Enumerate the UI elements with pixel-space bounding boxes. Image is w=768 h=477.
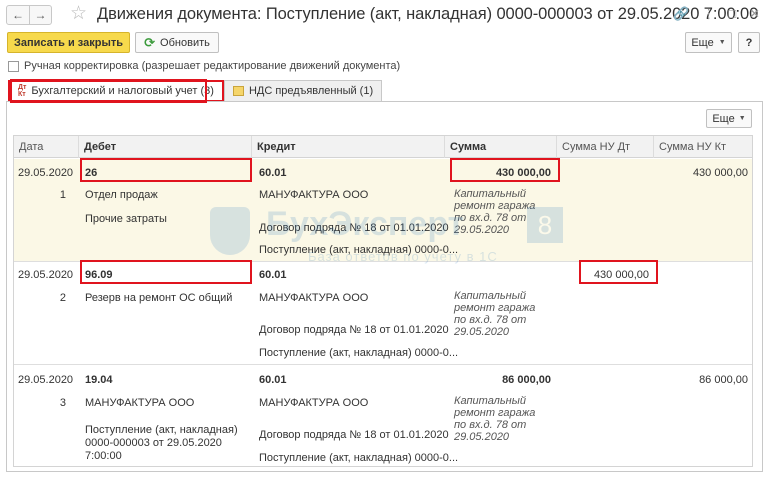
debit-subconto-2: Поступление (акт, накладная) 0000-000003… <box>85 424 238 462</box>
credit-subconto-1: МАНУФАКТУРА ООО <box>259 292 369 304</box>
credit-subconto-1: МАНУФАКТУРА ООО <box>259 189 369 201</box>
debit-subconto-1: Резерв на ремонт ОС общий <box>85 292 233 304</box>
forward-arrow-icon[interactable]: → <box>29 6 51 24</box>
back-arrow-icon[interactable]: ← <box>7 6 29 24</box>
favorite-star-icon[interactable]: ☆ <box>70 3 87 25</box>
entry-comment: Капитальный ремонт гаража по вх.д. 78 от… <box>454 395 536 443</box>
manual-adjustment-row: Ручная корректировка (разрешает редактир… <box>8 60 400 72</box>
credit-subconto-2: Договор подряда № 18 от 01.01.2020 <box>259 429 449 441</box>
chevron-down-icon: ▼ <box>738 115 746 122</box>
refresh-button[interactable]: ⟳ Обновить <box>135 32 219 53</box>
credit-subconto-3: Поступление (акт, накладная) 0000-0... <box>259 347 459 359</box>
debit-account: 26 <box>85 167 98 179</box>
debit-subconto-2: Прочие затраты <box>85 213 167 225</box>
tab-accounting-tax[interactable]: Дт Кт Бухгалтерский и налоговый учет (3) <box>8 80 224 102</box>
close-icon[interactable]: ✕ <box>749 6 760 22</box>
menu-dots-icon[interactable]: ⋮ <box>702 6 715 22</box>
credit-subconto-2: Договор подряда № 18 от 01.01.2020 <box>259 324 449 336</box>
entry-amount: 86 000,00 <box>502 374 551 386</box>
amount-nu-kt: 430 000,00 <box>692 167 748 179</box>
entry-number: 2 <box>59 292 66 304</box>
register-icon <box>232 86 244 96</box>
entry-number: 1 <box>59 189 66 201</box>
credit-subconto-2: Договор подряда № 18 от 01.01.2020 <box>259 222 449 234</box>
refresh-icon: ⟳ <box>144 34 156 50</box>
entry-comment: Капитальный ремонт гаража по вх.д. 78 от… <box>454 290 536 338</box>
refresh-label: Обновить <box>160 36 210 49</box>
window-controls: 🔗 ⋮ □ ✕ <box>673 6 760 22</box>
more-label: Еще <box>691 36 714 49</box>
window-title: Движения документа: Поступление (акт, на… <box>97 5 759 23</box>
title-bar: ← → ☆ Движения документа: Поступление (а… <box>0 0 768 30</box>
table-row[interactable]: 29.05.2020 2 96.09 Резерв на ремонт ОС о… <box>14 262 752 365</box>
tab-vat-presented[interactable]: НДС предъявленный (1) <box>223 80 383 101</box>
more-label: Еще <box>712 112 735 125</box>
save-and-close-button[interactable]: Записать и закрыть <box>7 32 130 53</box>
nav-buttons: ← → <box>6 5 52 25</box>
credit-subconto-3: Поступление (акт, накладная) 0000-0... <box>259 244 459 256</box>
tab-label: НДС предъявленный (1) <box>248 85 374 97</box>
entry-number: 3 <box>59 397 66 409</box>
column-amount-nu-dt[interactable]: Сумма НУ Дт <box>557 136 654 158</box>
link-icon[interactable]: 🔗 <box>673 6 689 22</box>
credit-account: 60.01 <box>259 269 287 281</box>
grid-more-button[interactable]: Еще ▼ <box>706 109 752 128</box>
credit-subconto-3: Поступление (акт, накладная) 0000-0... <box>259 452 459 464</box>
debit-subconto-1: МАНУФАКТУРА ООО <box>85 397 195 409</box>
manual-adjustment-label[interactable]: Ручная корректировка (разрешает редактир… <box>24 60 400 72</box>
amount-nu-dt: 430 000,00 <box>593 269 649 281</box>
entry-date: 29.05.2020 <box>18 269 74 281</box>
credit-account: 60.01 <box>259 167 287 179</box>
tab-panel: Еще ▼ Дата Дебет Кредит Сумма Сумма НУ Д… <box>6 101 763 472</box>
table-header: Дата Дебет Кредит Сумма Сумма НУ Дт Сумм… <box>14 136 752 158</box>
more-button[interactable]: Еще ▼ <box>685 32 732 53</box>
column-debit[interactable]: Дебет <box>79 136 252 158</box>
debit-account: 19.04 <box>85 374 113 386</box>
debit-account: 96.09 <box>85 269 113 281</box>
column-amount[interactable]: Сумма <box>445 136 557 158</box>
entry-date: 29.05.2020 <box>18 167 74 179</box>
entries-table: Дата Дебет Кредит Сумма Сумма НУ Дт Сумм… <box>13 135 753 467</box>
amount-nu-kt: 86 000,00 <box>699 374 748 386</box>
entry-date: 29.05.2020 <box>18 374 74 386</box>
manual-adjustment-checkbox[interactable] <box>8 60 19 72</box>
tab-bar: Дт Кт Бухгалтерский и налоговый учет (3) … <box>8 80 383 102</box>
command-bar: Записать и закрыть ⟳ Обновить Еще ▼ ? <box>7 32 760 54</box>
table-row[interactable]: 29.05.2020 1 26 Отдел продаж Прочие затр… <box>14 159 752 262</box>
dt-kt-icon: Дт Кт <box>18 84 27 98</box>
table-row[interactable]: 29.05.2020 3 19.04 МАНУФАКТУРА ООО Посту… <box>14 365 752 466</box>
column-date[interactable]: Дата <box>14 136 79 158</box>
entry-comment: Капитальный ремонт гаража по вх.д. 78 от… <box>454 188 536 236</box>
credit-subconto-1: МАНУФАКТУРА ООО <box>259 397 369 409</box>
debit-subconto-1: Отдел продаж <box>85 189 158 201</box>
column-amount-nu-kt[interactable]: Сумма НУ Кт <box>654 136 752 158</box>
column-credit[interactable]: Кредит <box>252 136 445 158</box>
help-button[interactable]: ? <box>738 32 760 53</box>
tab-label: Бухгалтерский и налоговый учет (3) <box>31 85 214 97</box>
credit-account: 60.01 <box>259 374 287 386</box>
maximize-icon[interactable]: □ <box>728 6 736 22</box>
chevron-down-icon: ▼ <box>718 39 726 46</box>
entry-amount: 430 000,00 <box>495 167 551 179</box>
